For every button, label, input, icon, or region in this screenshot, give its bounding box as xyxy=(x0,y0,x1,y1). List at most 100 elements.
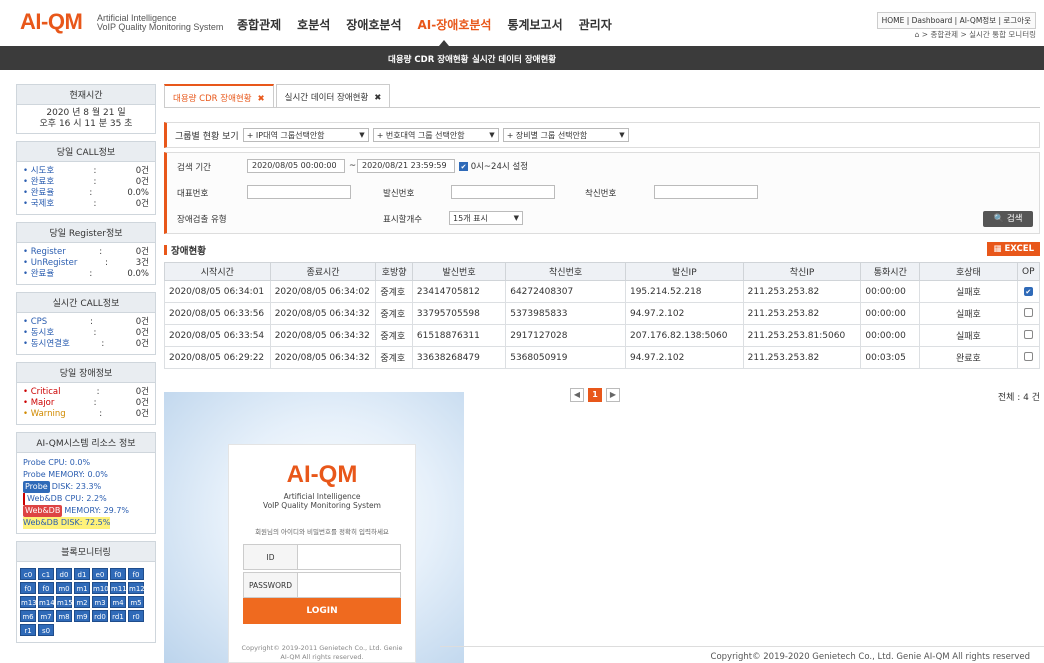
tab-label: 대용량 CDR 장애현황 xyxy=(173,94,252,104)
table-cell: 실패호 xyxy=(919,324,1018,347)
table-cell: 2020/08/05 06:34:32 xyxy=(269,302,377,325)
chevron-down-icon: ▼ xyxy=(489,131,495,139)
id-field[interactable]: ID xyxy=(243,544,401,570)
count-select[interactable]: 15개 표시 ▼ xyxy=(449,211,523,225)
block-item[interactable]: m6 xyxy=(20,610,36,622)
column-header[interactable]: 착신IP xyxy=(742,262,862,281)
ip-group-select[interactable]: + IP대역 그룹선택안함 ▼ xyxy=(242,128,369,142)
block-item[interactable]: d0 xyxy=(56,568,72,580)
row-checkbox[interactable] xyxy=(1023,307,1033,317)
column-header[interactable]: 착신번호 xyxy=(505,262,626,281)
block-item[interactable]: c1 xyxy=(38,568,54,580)
tab-cdr-fault[interactable]: 대용량 CDR 장애현황 ✖ xyxy=(164,84,274,107)
rep-number-input[interactable] xyxy=(247,185,351,199)
footer-divider xyxy=(440,646,1044,647)
password-field[interactable]: PASSWORD xyxy=(243,572,401,598)
next-page-button[interactable]: ▶ xyxy=(606,388,620,402)
block-item[interactable]: r1 xyxy=(20,624,36,636)
block-item[interactable]: m9 xyxy=(74,610,90,622)
nav-item-admin[interactable]: 관리자 xyxy=(579,16,612,33)
period-checkbox[interactable]: ✔ 0시~24시 설정 xyxy=(459,160,528,172)
nav-item-call-analysis[interactable]: 호분석 xyxy=(297,16,330,33)
column-header[interactable]: 통화시간 xyxy=(860,262,921,281)
nav-item-report[interactable]: 통계보고서 xyxy=(507,16,562,33)
block-item[interactable]: m7 xyxy=(38,610,54,622)
close-icon[interactable]: ✖ xyxy=(374,93,381,103)
page-1-button[interactable]: 1 xyxy=(588,388,602,402)
block-item[interactable]: d1 xyxy=(74,568,90,580)
block-item[interactable]: m5 xyxy=(128,596,144,608)
box-title: 당일 CALL정보 xyxy=(17,142,155,162)
table-row[interactable]: 2020/08/05 06:29:22 2020/08/05 06:34:32 중계… xyxy=(164,346,1041,369)
block-item[interactable]: s0 xyxy=(38,624,54,636)
device-group-select[interactable]: + 장비별 그룹 선택안함 ▼ xyxy=(502,128,629,142)
block-item[interactable]: m13 xyxy=(20,596,37,608)
period-to-input[interactable]: 2020/08/21 23:59:59 xyxy=(357,159,455,173)
stat-sep: : xyxy=(101,339,105,349)
tab-realtime-fault[interactable]: 실시간 데이터 장애현황 ✖ xyxy=(275,84,391,107)
period-from-input[interactable]: 2020/08/05 00:00:00 xyxy=(247,159,345,173)
subnav-item-cdr[interactable]: 대용량 CDR 장애현황 xyxy=(388,53,469,65)
callee-input[interactable] xyxy=(654,185,758,199)
column-header[interactable]: 발신번호 xyxy=(411,262,507,281)
table-row[interactable]: 2020/08/05 06:34:01 2020/08/05 06:34:02 중계… xyxy=(164,280,1041,303)
stat-label: • 시도호 xyxy=(23,166,55,176)
column-header[interactable]: 종료시간 xyxy=(269,262,377,281)
table-row[interactable]: 2020/08/05 06:33:54 2020/08/05 06:34:32 중계… xyxy=(164,324,1041,347)
column-header[interactable]: 호방향 xyxy=(375,262,413,281)
block-item[interactable]: rd0 xyxy=(92,610,108,622)
stat-row: • 완료율: 0.0% xyxy=(23,188,149,199)
block-item[interactable]: m10 xyxy=(92,582,109,594)
column-header[interactable]: 시작시간 xyxy=(164,262,271,281)
tab-label: 실시간 데이터 장애현황 xyxy=(284,93,369,103)
block-item[interactable]: m1 xyxy=(74,582,90,594)
block-item[interactable]: f0 xyxy=(38,582,54,594)
nav-item-overview[interactable]: 종합관제 xyxy=(237,16,281,33)
prev-page-button[interactable]: ◀ xyxy=(570,388,584,402)
block-item[interactable]: f0 xyxy=(128,568,144,580)
nav-item-ai-fault-analysis[interactable]: AI-장애호분석 xyxy=(418,16,492,33)
block-item[interactable]: m8 xyxy=(56,610,72,622)
logo[interactable]: AI-QM xyxy=(20,9,83,35)
stat-value: 0건 xyxy=(135,177,149,187)
stat-row: • 완료호: 0건 xyxy=(23,177,149,188)
block-item[interactable]: f0 xyxy=(110,568,126,580)
caller-input[interactable] xyxy=(451,185,555,199)
subnav-item-realtime[interactable]: 실시간 데이터 장애현황 xyxy=(472,53,556,65)
row-checkbox[interactable] xyxy=(1023,329,1033,339)
block-item[interactable]: m12 xyxy=(128,582,145,594)
block-item[interactable]: m4 xyxy=(110,596,126,608)
alarm-info-box: 당일 장애정보 • Critical: 0건 • Major: 0건 • Warni… xyxy=(16,362,156,425)
block-item[interactable]: c0 xyxy=(20,568,36,580)
table-cell: 완료호 xyxy=(919,346,1018,369)
block-item[interactable]: r0 xyxy=(128,610,144,622)
sub-nav: 대용량 CDR 장애현황 실시간 데이터 장애현황 xyxy=(0,46,1044,70)
row-checkbox[interactable]: ✔ xyxy=(1023,286,1033,296)
stat-label: • 동시호 xyxy=(23,328,55,338)
search-button[interactable]: 🔍 검색 xyxy=(983,211,1033,227)
box-title: 당일 Register정보 xyxy=(17,223,155,243)
utility-links[interactable]: HOME | Dashboard | AI-QM정보 | 로그아웃 xyxy=(876,12,1036,29)
block-item[interactable]: m3 xyxy=(92,596,108,608)
column-header[interactable]: 호상태 xyxy=(919,262,1018,281)
excel-button[interactable]: ▦ EXCEL xyxy=(987,242,1040,256)
number-group-select[interactable]: + 번호대역 그룹 선택안함 ▼ xyxy=(372,128,499,142)
block-item[interactable]: e0 xyxy=(92,568,108,580)
table-row[interactable]: 2020/08/05 06:33:56 2020/08/05 06:34:32 중계… xyxy=(164,302,1041,325)
login-button[interactable]: LOGIN xyxy=(243,598,401,624)
block-item[interactable]: m2 xyxy=(74,596,90,608)
table-cell: 211.253.253.81:5060 xyxy=(742,324,862,347)
table-cell: 중계호 xyxy=(375,324,413,347)
row-checkbox[interactable] xyxy=(1023,351,1033,361)
block-item[interactable]: m15 xyxy=(56,596,73,608)
block-item[interactable]: rd1 xyxy=(110,610,126,622)
column-header[interactable]: 발신IP xyxy=(624,262,744,281)
nav-item-fault-analysis[interactable]: 장애호분석 xyxy=(346,16,401,33)
block-item[interactable]: m11 xyxy=(110,582,127,594)
block-item[interactable]: m0 xyxy=(56,582,72,594)
close-icon[interactable]: ✖ xyxy=(258,94,265,104)
block-item[interactable]: f0 xyxy=(20,582,36,594)
resource-line: Web&DB MEMORY: 29.7% xyxy=(23,505,149,517)
column-header[interactable]: OP xyxy=(1016,262,1041,281)
block-item[interactable]: m14 xyxy=(38,596,55,608)
